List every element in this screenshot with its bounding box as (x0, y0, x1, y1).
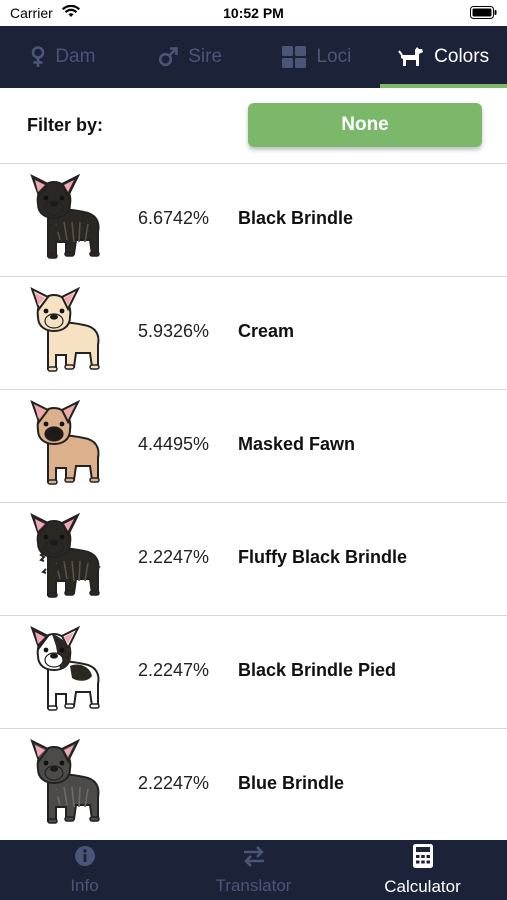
tab-info[interactable]: Info (0, 840, 169, 900)
battery-icon (470, 6, 497, 22)
color-row[interactable]: 2.2247% Fluffy Black Brindle (0, 503, 507, 616)
female-icon (31, 46, 45, 68)
color-probability: 5.9326% (138, 321, 210, 341)
color-name: Fluffy Black Brindle (238, 547, 408, 567)
bottom-tab-bar: Info Translator Calculator (0, 840, 507, 900)
swap-icon (242, 845, 266, 872)
dog-icon (398, 46, 424, 68)
info-icon (74, 845, 96, 872)
calculator-icon (412, 843, 433, 873)
color-probability: 2.2247% (138, 547, 210, 567)
filter-label: Filter by: (27, 115, 104, 135)
color-row[interactable]: 4.4495% Masked Fawn (0, 390, 507, 503)
color-row[interactable]: 2.2247% Black Brindle Pied (0, 616, 507, 729)
tab-translator-label: Translator (215, 875, 292, 895)
color-row[interactable]: 6.6742% Black Brindle (0, 164, 507, 277)
dog-illustration (26, 512, 116, 605)
filter-select-button[interactable]: None (248, 103, 482, 147)
tab-sire-label: Sire (188, 46, 223, 67)
color-name: Masked Fawn (238, 434, 356, 454)
tab-colors-label: Colors (434, 46, 490, 67)
filter-row: Filter by: None (0, 88, 507, 164)
color-name: Black Brindle (238, 208, 354, 228)
color-probability: 2.2247% (138, 773, 210, 793)
grid-icon (282, 46, 307, 68)
color-probability: 4.4495% (138, 434, 210, 454)
color-name: Black Brindle Pied (238, 660, 397, 680)
top-tab-bar: Dam Sire Loci Colors (0, 26, 507, 88)
color-results-list: 6.6742% Black Brindle 5.9326% Cream 4.44… (0, 164, 507, 840)
dog-illustration (26, 286, 116, 379)
dog-illustration (26, 738, 116, 831)
tab-colors[interactable]: Colors (380, 26, 507, 88)
dog-illustration (26, 399, 116, 492)
tab-dam[interactable]: Dam (0, 26, 127, 88)
tab-calculator-label: Calculator (384, 876, 461, 896)
tab-calculator[interactable]: Calculator (338, 840, 507, 900)
status-bar: Carrier 10:52 PM (0, 0, 507, 26)
tab-translator[interactable]: Translator (169, 840, 338, 900)
tab-loci[interactable]: Loci (254, 26, 381, 88)
color-probability: 2.2247% (138, 660, 210, 680)
color-name: Blue Brindle (238, 773, 345, 793)
tab-sire[interactable]: Sire (127, 26, 254, 88)
tab-dam-label: Dam (55, 46, 96, 67)
color-name: Cream (238, 321, 295, 341)
clock: 10:52 PM (223, 5, 284, 21)
male-icon (158, 47, 179, 67)
tab-info-label: Info (70, 875, 99, 895)
dog-illustration (26, 625, 116, 718)
color-row[interactable]: 2.2247% Blue Brindle (0, 729, 507, 840)
color-row[interactable]: 5.9326% Cream (0, 277, 507, 390)
dog-illustration (26, 173, 116, 266)
color-probability: 6.6742% (138, 208, 210, 228)
tab-loci-label: Loci (316, 46, 352, 67)
